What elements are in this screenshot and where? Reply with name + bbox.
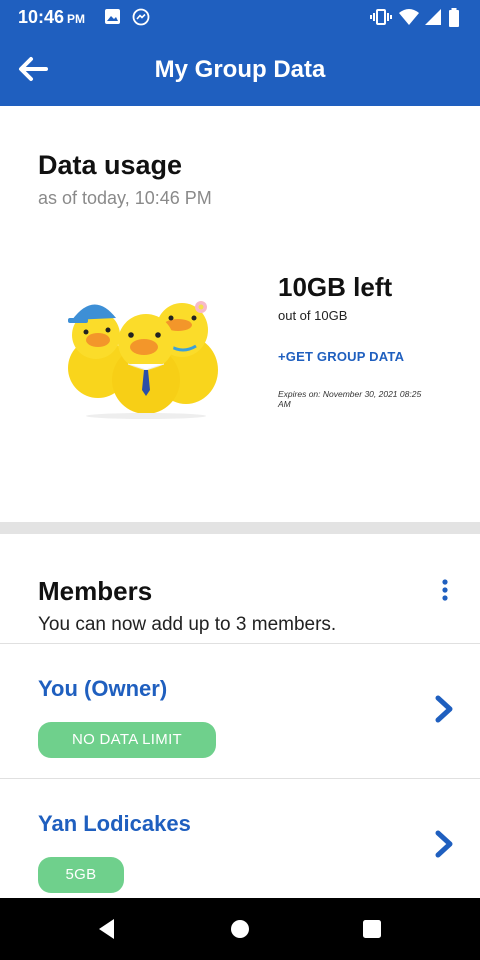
photo-icon [105, 9, 120, 24]
member-data-limit-badge: 5GB [38, 857, 124, 893]
system-nav-bar [0, 898, 480, 960]
nav-home-icon[interactable] [227, 916, 253, 942]
status-time-ampm: PM [67, 12, 86, 26]
status-time-value: 10:46 [18, 7, 65, 27]
messenger-icon [132, 8, 150, 26]
status-bar: 10:46 PM [0, 0, 480, 34]
members-subtitle: You can now add up to 3 members. [38, 614, 337, 635]
member-row-owner[interactable]: You (Owner) NO DATA LIMIT [0, 644, 480, 778]
chevron-right-icon[interactable] [432, 829, 456, 859]
nav-back-icon[interactable] [94, 916, 120, 942]
expiry-date: Expires on: November 30, 2021 08:25 AM [278, 389, 422, 410]
section-divider [0, 522, 480, 534]
ducks-mascot-image [68, 301, 218, 419]
members-title: Members [38, 576, 153, 606]
app-bar: My Group Data [0, 34, 480, 106]
data-usage-timestamp: as of today, 10:46 PM [38, 188, 212, 208]
chevron-right-icon[interactable] [432, 694, 456, 724]
signal-icon [425, 9, 441, 25]
status-time: 10:46 PM [18, 7, 85, 28]
member-data-limit-badge: NO DATA LIMIT [38, 722, 216, 758]
member-row-yan[interactable]: Yan Lodicakes 5GB [0, 779, 480, 913]
page-title: My Group Data [154, 56, 326, 83]
vibrate-icon [370, 9, 392, 25]
get-group-data-link[interactable]: +GET GROUP DATA [278, 349, 404, 364]
battery-icon [449, 8, 459, 27]
wifi-icon [399, 9, 419, 25]
data-remaining: 10GB left [278, 272, 393, 302]
more-vert-icon[interactable] [436, 578, 454, 604]
member-name: You (Owner) [38, 676, 168, 701]
nav-recents-icon[interactable] [359, 916, 385, 942]
data-usage-title: Data usage [38, 150, 183, 180]
data-total: out of 10GB [278, 308, 348, 323]
member-name: Yan Lodicakes [38, 811, 191, 836]
